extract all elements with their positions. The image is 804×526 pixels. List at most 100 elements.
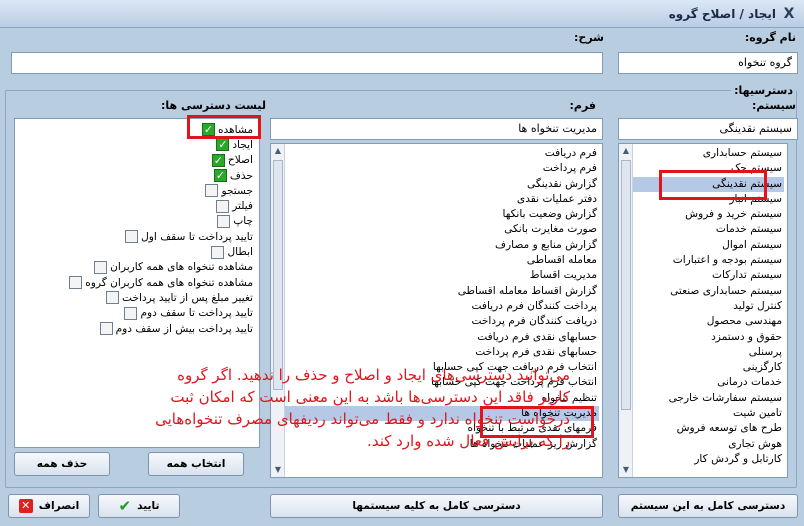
permission-checkbox[interactable] [211,245,225,259]
system-list-item[interactable]: سیستم اموال [633,238,784,253]
form-list-item[interactable]: حسابهای نقدی فرم پرداخت [285,345,599,360]
system-combobox[interactable]: سیستم نقدینگی [618,118,798,140]
system-list-item[interactable]: سیستم خرید و فروش [633,207,784,222]
system-list-item[interactable]: حقوق و دستمزد [633,330,784,345]
form-list-item[interactable]: حسابهای نقدی فرم دریافت [285,330,599,345]
form-list-item[interactable]: صورت مغایرت بانکی [285,222,599,237]
permission-checkbox[interactable] [216,199,230,213]
permission-item[interactable]: تایید پرداخت تا سقف دوم [124,306,253,321]
permission-item[interactable]: ابطال [211,244,253,259]
ok-button[interactable]: تایید ✔ [98,494,180,518]
permissions-group-label: دسترسیها: [731,84,796,97]
permission-label: جستجو [221,184,253,197]
permission-checkbox[interactable] [106,291,120,305]
check-icon: ✔ [118,497,132,515]
scroll-down-icon[interactable]: ▼ [619,463,633,477]
form-list-item[interactable]: گزارش اقساط معامله اقساطی [285,284,599,299]
permission-item[interactable]: فیلتر [216,199,253,214]
permission-item[interactable]: ایجاد ✓ [216,137,253,152]
permission-label: ابطال [227,246,253,259]
system-list-item[interactable]: هوش تجاری [633,437,784,452]
full-access-all-button[interactable]: دسترسی کامل به کلیه سیستمها [270,494,603,518]
permission-checkbox[interactable] [205,184,219,198]
permission-label: تایید پرداخت تا سقف دوم [140,307,253,320]
system-list-item[interactable]: خدمات درمانی [633,375,784,390]
form-list-item[interactable]: پرداخت کنندگان فرم دریافت [285,299,599,314]
permission-checkbox[interactable] [99,322,113,336]
system-list-item[interactable]: تامین شیت [633,406,784,421]
permission-label: مشاهده تنخواه های همه کاربران گروه [85,276,253,289]
system-list-item[interactable]: کارگزینی [633,360,784,375]
description-label: شرح: [574,31,604,44]
cancel-label: انصراف [38,500,80,512]
description-input[interactable] [11,52,603,74]
permission-item[interactable]: چاپ [217,214,253,229]
form-combobox[interactable]: مدیریت تنخواه ها [270,118,603,140]
cancel-x-icon: ✕ [18,499,33,513]
system-list-item[interactable]: کارتابل و گردش کار [633,452,784,467]
form-list-item[interactable]: گزارش نقدینگی [285,177,599,192]
form-list-item[interactable]: دفتر عملیات نقدی [285,192,599,207]
form-list-item[interactable]: دریافت کنندگان فرم پرداخت [285,314,599,329]
scroll-up-icon[interactable]: ▲ [619,144,633,158]
permission-checkbox[interactable] [125,230,139,244]
permission-label: تغییر مبلغ پس از تایید پرداخت [122,291,253,304]
group-name-input[interactable]: گروه تنخواه [618,52,798,74]
highlight-liquidity-system [659,170,767,200]
system-list-item[interactable]: طرح های توسعه فروش [633,421,784,436]
window-title: ایجاد / اصلاح گروه [668,7,776,21]
permission-item[interactable]: تایید پرداخت تا سقف اول [125,229,253,244]
systems-label: سیستم: [751,99,796,112]
annotation-text: می‌توانید دسترسی‌های ایجاد و اصلاح و حذف… [155,366,570,450]
form-list-item[interactable]: گزارش وضعیت بانکها [285,207,599,222]
system-list-item[interactable]: سیستم تدارکات [633,268,784,283]
permission-checkbox[interactable] [124,306,138,320]
system-list-item[interactable]: کنترل تولید [633,299,784,314]
permission-checkbox[interactable] [69,276,83,290]
system-list-item[interactable]: سیستم خدمات [633,222,784,237]
title-bar: ایجاد / اصلاح گروه X [0,0,804,28]
system-list-item[interactable]: سیستم حسابداری [633,146,784,161]
permission-item[interactable]: تایید پرداخت بیش از سقف دوم [99,321,253,336]
permission-checkbox[interactable]: ✓ [216,138,230,152]
systems-scrollbar[interactable]: ▲ ▼ [619,144,633,477]
form-list-item[interactable]: معامله اقساطی [285,253,599,268]
full-access-system-button[interactable]: دسترسی کامل به این سیستم [618,494,798,518]
permission-item[interactable]: حذف ✓ [213,168,253,183]
permission-item[interactable]: مشاهده تنخواه های همه کاربران [94,260,253,275]
permission-item[interactable]: تغییر مبلغ پس از تایید پرداخت [106,290,253,305]
group-name-label: نام گروه: [744,31,796,44]
permission-label: ایجاد [232,138,253,151]
permission-checkbox[interactable] [217,214,231,228]
permission-label: مشاهده تنخواه های همه کاربران [110,261,253,274]
ok-label: تایید [137,500,160,512]
permission-checkbox[interactable]: ✓ [213,169,227,183]
form-list-item[interactable]: گزارش منابع و مصارف [285,238,599,253]
system-list-item[interactable]: سیستم حسابداری صنعتی [633,284,784,299]
form-list-item[interactable]: مدیریت اقساط [285,268,599,283]
highlight-view-permission [187,115,261,139]
scroll-thumb[interactable] [621,160,631,410]
cancel-button[interactable]: انصراف ✕ [8,494,90,518]
permission-checkbox[interactable]: ✓ [211,153,225,167]
form-list-item[interactable]: فرم دریافت [285,146,599,161]
deselect-all-button[interactable]: حذف همه [14,452,110,476]
scroll-down-icon[interactable]: ▼ [271,463,285,477]
permission-item[interactable]: جستجو [205,183,253,198]
permission-item[interactable]: مشاهده تنخواه های همه کاربران گروه [69,275,253,290]
forms-label: فرم: [569,99,596,112]
scroll-up-icon[interactable]: ▲ [271,144,285,158]
permission-item[interactable]: اصلاح ✓ [211,153,253,168]
permission-label: چاپ [233,215,253,228]
system-list-item[interactable]: پرسنلی [633,345,784,360]
form-list-item[interactable]: فرم پرداخت [285,161,599,176]
permission-checkbox[interactable] [94,260,108,274]
select-all-button[interactable]: انتخاب همه [148,452,244,476]
system-list-item[interactable]: مهندسی محصول [633,314,784,329]
system-list-item[interactable]: سیستم بودجه و اعتبارات [633,253,784,268]
permission-label: تایید پرداخت تا سقف اول [141,230,253,243]
scroll-thumb[interactable] [273,160,283,390]
close-icon[interactable]: X [780,5,798,23]
permission-label: حذف [229,169,253,182]
system-list-item[interactable]: سیستم سفارشات خارجی [633,391,784,406]
